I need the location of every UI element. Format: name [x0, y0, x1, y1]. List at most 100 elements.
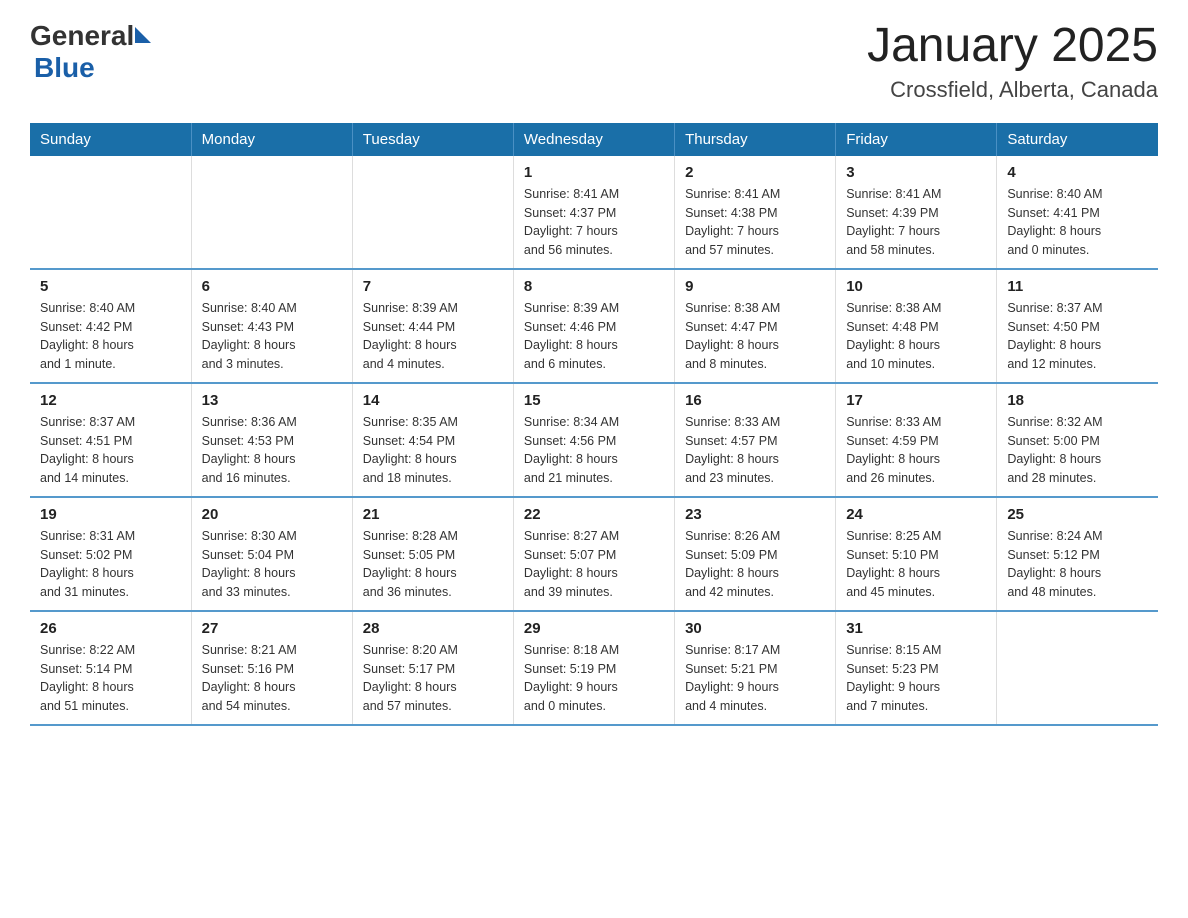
day-info: Sunrise: 8:37 AM Sunset: 4:50 PM Dayligh…	[1007, 299, 1148, 374]
calendar-body: 1 Sunrise: 8:41 AM Sunset: 4:37 PM Daylig…	[30, 156, 1158, 725]
day-info: Sunrise: 8:31 AM Sunset: 5:02 PM Dayligh…	[40, 527, 181, 602]
day-info: Sunrise: 8:41 AM Sunset: 4:39 PM Dayligh…	[846, 185, 986, 260]
calendar-cell: 2 Sunrise: 8:41 AM Sunset: 4:38 PM Daylig…	[675, 156, 836, 269]
day-info: Sunrise: 8:39 AM Sunset: 4:46 PM Dayligh…	[524, 299, 664, 374]
calendar-cell: 30 Sunrise: 8:17 AM Sunset: 5:21 PM Dayli…	[675, 611, 836, 725]
day-number: 23	[685, 506, 825, 523]
day-info: Sunrise: 8:35 AM Sunset: 4:54 PM Dayligh…	[363, 413, 503, 488]
day-number: 20	[202, 506, 342, 523]
calendar-cell: 23 Sunrise: 8:26 AM Sunset: 5:09 PM Dayli…	[675, 497, 836, 611]
day-number: 29	[524, 620, 664, 637]
day-info: Sunrise: 8:39 AM Sunset: 4:44 PM Dayligh…	[363, 299, 503, 374]
day-number: 25	[1007, 506, 1148, 523]
calendar-subtitle: Crossfield, Alberta, Canada	[867, 77, 1158, 103]
day-number: 2	[685, 164, 825, 181]
day-info: Sunrise: 8:15 AM Sunset: 5:23 PM Dayligh…	[846, 641, 986, 716]
calendar-cell: 14Sunrise: 8:35 AM Sunset: 4:54 PM Dayli…	[352, 383, 513, 497]
day-number: 12	[40, 392, 181, 409]
calendar-cell: 15 Sunrise: 8:34 AM Sunset: 4:56 PM Dayli…	[513, 383, 674, 497]
day-info: Sunrise: 8:30 AM Sunset: 5:04 PM Dayligh…	[202, 527, 342, 602]
weekday-header-saturday: Saturday	[997, 123, 1158, 156]
calendar-cell	[997, 611, 1158, 725]
day-number: 9	[685, 278, 825, 295]
day-number: 8	[524, 278, 664, 295]
day-number: 30	[685, 620, 825, 637]
calendar-cell: 26 Sunrise: 8:22 AM Sunset: 5:14 PM Dayli…	[30, 611, 191, 725]
day-number: 7	[363, 278, 503, 295]
day-number: 24	[846, 506, 986, 523]
day-number: 17	[846, 392, 986, 409]
day-info: Sunrise: 8:22 AM Sunset: 5:14 PM Dayligh…	[40, 641, 181, 716]
calendar-cell: 17 Sunrise: 8:33 AM Sunset: 4:59 PM Dayli…	[836, 383, 997, 497]
calendar-cell: 11 Sunrise: 8:37 AM Sunset: 4:50 PM Dayli…	[997, 269, 1158, 383]
logo: General Blue	[30, 20, 151, 84]
weekday-header-tuesday: Tuesday	[352, 123, 513, 156]
day-info: Sunrise: 8:24 AM Sunset: 5:12 PM Dayligh…	[1007, 527, 1148, 602]
weekday-header-monday: Monday	[191, 123, 352, 156]
logo-general-text: General	[30, 20, 134, 52]
day-number: 31	[846, 620, 986, 637]
day-info: Sunrise: 8:33 AM Sunset: 4:59 PM Dayligh…	[846, 413, 986, 488]
calendar-cell: 31 Sunrise: 8:15 AM Sunset: 5:23 PM Dayli…	[836, 611, 997, 725]
calendar-cell: 6 Sunrise: 8:40 AM Sunset: 4:43 PM Daylig…	[191, 269, 352, 383]
logo-blue-text: Blue	[34, 52, 95, 83]
day-number: 15	[524, 392, 664, 409]
calendar-title-block: January 2025 Crossfield, Alberta, Canada	[867, 20, 1158, 103]
weekday-header-friday: Friday	[836, 123, 997, 156]
calendar-table: SundayMondayTuesdayWednesdayThursdayFrid…	[30, 123, 1158, 726]
day-number: 21	[363, 506, 503, 523]
day-number: 18	[1007, 392, 1148, 409]
day-number: 13	[202, 392, 342, 409]
calendar-cell: 21 Sunrise: 8:28 AM Sunset: 5:05 PM Dayli…	[352, 497, 513, 611]
day-number: 4	[1007, 164, 1148, 181]
day-info: Sunrise: 8:28 AM Sunset: 5:05 PM Dayligh…	[363, 527, 503, 602]
calendar-cell: 18 Sunrise: 8:32 AM Sunset: 5:00 PM Dayli…	[997, 383, 1158, 497]
day-info: Sunrise: 8:18 AM Sunset: 5:19 PM Dayligh…	[524, 641, 664, 716]
day-number: 16	[685, 392, 825, 409]
day-number: 11	[1007, 278, 1148, 295]
calendar-cell: 3Sunrise: 8:41 AM Sunset: 4:39 PM Daylig…	[836, 156, 997, 269]
day-number: 27	[202, 620, 342, 637]
day-info: Sunrise: 8:27 AM Sunset: 5:07 PM Dayligh…	[524, 527, 664, 602]
day-info: Sunrise: 8:41 AM Sunset: 4:38 PM Dayligh…	[685, 185, 825, 260]
day-info: Sunrise: 8:32 AM Sunset: 5:00 PM Dayligh…	[1007, 413, 1148, 488]
weekday-header-thursday: Thursday	[675, 123, 836, 156]
calendar-cell: 4Sunrise: 8:40 AM Sunset: 4:41 PM Daylig…	[997, 156, 1158, 269]
calendar-cell: 20 Sunrise: 8:30 AM Sunset: 5:04 PM Dayli…	[191, 497, 352, 611]
week-row-5: 26 Sunrise: 8:22 AM Sunset: 5:14 PM Dayli…	[30, 611, 1158, 725]
week-row-1: 1 Sunrise: 8:41 AM Sunset: 4:37 PM Daylig…	[30, 156, 1158, 269]
logo-triangle-icon	[135, 27, 151, 43]
day-info: Sunrise: 8:41 AM Sunset: 4:37 PM Dayligh…	[524, 185, 664, 260]
day-number: 10	[846, 278, 986, 295]
day-number: 5	[40, 278, 181, 295]
day-info: Sunrise: 8:17 AM Sunset: 5:21 PM Dayligh…	[685, 641, 825, 716]
week-row-3: 12 Sunrise: 8:37 AM Sunset: 4:51 PM Dayli…	[30, 383, 1158, 497]
calendar-cell	[352, 156, 513, 269]
calendar-cell: 13 Sunrise: 8:36 AM Sunset: 4:53 PM Dayli…	[191, 383, 352, 497]
day-number: 6	[202, 278, 342, 295]
calendar-cell: 5Sunrise: 8:40 AM Sunset: 4:42 PM Daylig…	[30, 269, 191, 383]
weekday-header-row: SundayMondayTuesdayWednesdayThursdayFrid…	[30, 123, 1158, 156]
day-info: Sunrise: 8:33 AM Sunset: 4:57 PM Dayligh…	[685, 413, 825, 488]
calendar-cell	[191, 156, 352, 269]
day-info: Sunrise: 8:38 AM Sunset: 4:47 PM Dayligh…	[685, 299, 825, 374]
day-number: 22	[524, 506, 664, 523]
day-info: Sunrise: 8:25 AM Sunset: 5:10 PM Dayligh…	[846, 527, 986, 602]
calendar-cell	[30, 156, 191, 269]
week-row-2: 5Sunrise: 8:40 AM Sunset: 4:42 PM Daylig…	[30, 269, 1158, 383]
day-info: Sunrise: 8:26 AM Sunset: 5:09 PM Dayligh…	[685, 527, 825, 602]
calendar-cell: 8 Sunrise: 8:39 AM Sunset: 4:46 PM Daylig…	[513, 269, 674, 383]
day-info: Sunrise: 8:36 AM Sunset: 4:53 PM Dayligh…	[202, 413, 342, 488]
calendar-title: January 2025	[867, 20, 1158, 73]
calendar-cell: 1 Sunrise: 8:41 AM Sunset: 4:37 PM Daylig…	[513, 156, 674, 269]
day-number: 26	[40, 620, 181, 637]
calendar-cell: 27Sunrise: 8:21 AM Sunset: 5:16 PM Dayli…	[191, 611, 352, 725]
calendar-header: SundayMondayTuesdayWednesdayThursdayFrid…	[30, 123, 1158, 156]
day-info: Sunrise: 8:34 AM Sunset: 4:56 PM Dayligh…	[524, 413, 664, 488]
weekday-header-wednesday: Wednesday	[513, 123, 674, 156]
day-info: Sunrise: 8:40 AM Sunset: 4:43 PM Dayligh…	[202, 299, 342, 374]
day-info: Sunrise: 8:37 AM Sunset: 4:51 PM Dayligh…	[40, 413, 181, 488]
calendar-cell: 29 Sunrise: 8:18 AM Sunset: 5:19 PM Dayli…	[513, 611, 674, 725]
day-number: 1	[524, 164, 664, 181]
calendar-cell: 16 Sunrise: 8:33 AM Sunset: 4:57 PM Dayli…	[675, 383, 836, 497]
